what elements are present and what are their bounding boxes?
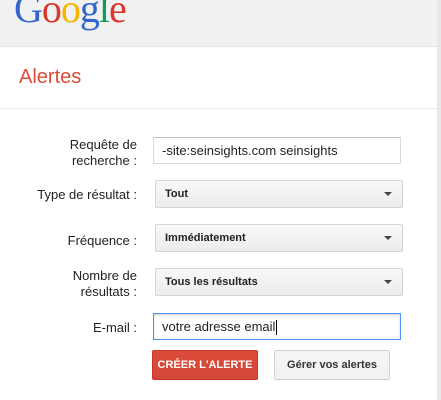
- logo-letter-g: G: [14, 0, 43, 31]
- logo-letter-e: e: [109, 0, 127, 31]
- top-bar: Google: [0, 0, 441, 47]
- create-alert-button[interactable]: CRÉER L'ALERTE: [152, 350, 258, 380]
- count-label-line2: résultats :: [80, 284, 137, 299]
- count-select-value: Tous les résultats: [165, 276, 258, 288]
- count-label-line1: Nombre de: [72, 268, 137, 283]
- frequency-select[interactable]: Immédiatement: [155, 224, 403, 252]
- email-label: E-mail :: [92, 320, 137, 335]
- query-input[interactable]: -site:seinsights.com seinsights: [153, 137, 401, 164]
- google-logo[interactable]: Google: [14, 0, 127, 32]
- logo-letter-o2: o: [60, 0, 81, 31]
- text-caret: [276, 320, 278, 336]
- logo-letter-g2: g: [79, 0, 100, 31]
- chevron-down-icon: [384, 192, 392, 196]
- count-label: Nombre de résultats :: [17, 268, 137, 300]
- count-select[interactable]: Tous les résultats: [155, 268, 403, 296]
- chevron-down-icon: [384, 280, 392, 284]
- scrollbar[interactable]: [437, 0, 441, 400]
- logo-letter-l: l: [98, 0, 110, 31]
- type-label: Type de résultat :: [37, 187, 137, 202]
- email-input-value: votre adresse email: [162, 319, 276, 334]
- frequency-label: Fréquence :: [67, 233, 137, 248]
- manage-alerts-button[interactable]: Gérer vos alertes: [274, 350, 390, 380]
- email-input[interactable]: votre adresse email: [153, 313, 401, 340]
- logo-letter-o1: o: [41, 0, 62, 31]
- type-select-value: Tout: [165, 188, 189, 200]
- query-label: Requête de recherche :: [17, 137, 137, 169]
- type-select[interactable]: Tout: [155, 180, 403, 208]
- query-label-line1: Requête de: [69, 137, 137, 152]
- query-label-line2: recherche :: [71, 153, 137, 168]
- page-title: Alertes: [19, 66, 82, 88]
- chevron-down-icon: [384, 236, 392, 240]
- frequency-select-value: Immédiatement: [165, 232, 246, 244]
